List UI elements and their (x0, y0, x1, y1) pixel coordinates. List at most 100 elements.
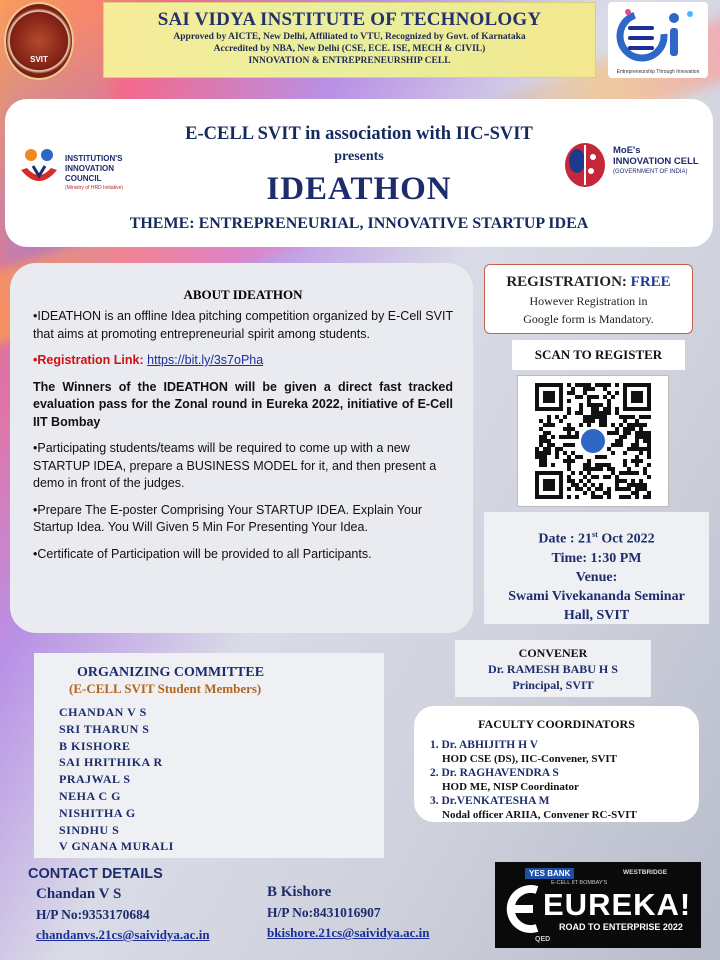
brain-icon (565, 143, 605, 187)
qr-module (563, 443, 567, 447)
qr-module (547, 447, 551, 451)
qr-module (607, 411, 611, 415)
qr-module (567, 423, 571, 427)
qr-module (575, 487, 579, 491)
qr-module (635, 487, 639, 491)
qr-module (599, 383, 603, 387)
qr-module (647, 439, 651, 443)
contact-email-link[interactable]: bkishore.21cs@saividya.ac.in (267, 925, 429, 940)
qr-module (595, 403, 599, 407)
qr-module (607, 467, 611, 471)
qr-module (607, 463, 611, 467)
qr-module (571, 391, 575, 395)
committee-member: SINDHU S (59, 822, 120, 837)
qr-module (587, 395, 591, 399)
qr-module (635, 463, 639, 467)
qr-module (591, 407, 595, 411)
qr-module (595, 475, 599, 479)
qr-module (539, 427, 543, 431)
qr-module (543, 455, 547, 459)
qed-badge: QED (535, 936, 551, 943)
qr-module (607, 475, 611, 479)
qr-module (623, 415, 627, 419)
qr-module (599, 495, 603, 499)
qr-module (539, 459, 543, 463)
qr-module (579, 407, 583, 411)
qr-center-logo (581, 429, 605, 453)
qr-module (631, 447, 635, 451)
qr-module (615, 383, 619, 387)
qr-module (615, 427, 619, 431)
qr-module (615, 411, 619, 415)
qr-module (575, 383, 579, 387)
qr-module (575, 411, 579, 415)
qr-module (607, 495, 611, 499)
qr-module (635, 435, 639, 439)
qr-module (607, 491, 611, 495)
qr-module (619, 479, 623, 483)
qr-module (611, 423, 615, 427)
qr-module (579, 383, 583, 387)
qr-module (639, 483, 643, 487)
qr-module (547, 415, 551, 419)
qr-module (611, 443, 615, 447)
committee-member: V GNANA MURALI (59, 839, 174, 854)
qr-module (635, 491, 639, 495)
date-day: 21 (578, 531, 593, 547)
qr-module (567, 443, 571, 447)
qr-module (567, 399, 571, 403)
qr-module (567, 475, 571, 479)
qr-module (643, 423, 647, 427)
registration-link[interactable]: https://bit.ly/3s7oPha (147, 353, 263, 367)
qr-module (575, 435, 579, 439)
qr-module (647, 463, 651, 467)
qr-module (591, 491, 595, 495)
qr-module (603, 475, 607, 479)
qr-module (595, 467, 599, 471)
event-date: Date : 21st Oct 2022 (484, 525, 709, 549)
qr-module (547, 439, 551, 443)
qr-module (587, 399, 591, 403)
faculty-name: 1. Dr. ABHIJITH H V (430, 739, 538, 751)
qr-module (583, 391, 587, 395)
qr-module (635, 495, 639, 499)
moe-line: MoE's (613, 145, 641, 156)
qr-module (615, 407, 619, 411)
qr-module (627, 471, 631, 475)
registration-qr-code[interactable] (517, 375, 669, 507)
qr-module (619, 439, 623, 443)
qr-module (635, 447, 639, 451)
qr-module (607, 407, 611, 411)
about-description: •IDEATHON is an offline Idea pitching co… (33, 309, 453, 341)
qr-module (543, 435, 547, 439)
qr-module (547, 431, 551, 435)
qr-module (547, 423, 551, 427)
qr-module (535, 451, 539, 455)
contact-email-link[interactable]: chandanvs.21cs@saividya.ac.in (36, 927, 210, 942)
qr-module (607, 447, 611, 451)
qr-module (567, 459, 571, 463)
institute-name: SAI VIDYA INSTITUTE OF TECHNOLOGY (157, 9, 542, 30)
qr-module (571, 427, 575, 431)
institute-header: SAI VIDYA INSTITUTE OF TECHNOLOGY Approv… (103, 2, 596, 78)
committee-member: SAI HRITHIKA R (59, 755, 163, 770)
qr-module (599, 483, 603, 487)
registration-fee: FREE (630, 274, 671, 290)
qr-module (619, 415, 623, 419)
qr-module (571, 459, 575, 463)
qr-module (535, 455, 539, 459)
qr-module (571, 483, 575, 487)
iic-logo-text: INSTITUTION'S INNOVATION COUNCIL (65, 154, 122, 184)
qr-module (583, 415, 587, 419)
iic-subtext: (Ministry of HRD Initiative) (65, 185, 124, 191)
qr-module (623, 471, 627, 475)
registration-label: REGISTRATION: (506, 274, 631, 290)
sponsor-badge: YES BANK (525, 868, 575, 879)
qr-module (543, 431, 547, 435)
qr-module (627, 467, 631, 471)
qr-module (599, 467, 603, 471)
iic-logo-icon (21, 149, 57, 181)
qr-module (543, 423, 547, 427)
qr-module (603, 463, 607, 467)
qr-module (631, 491, 635, 495)
